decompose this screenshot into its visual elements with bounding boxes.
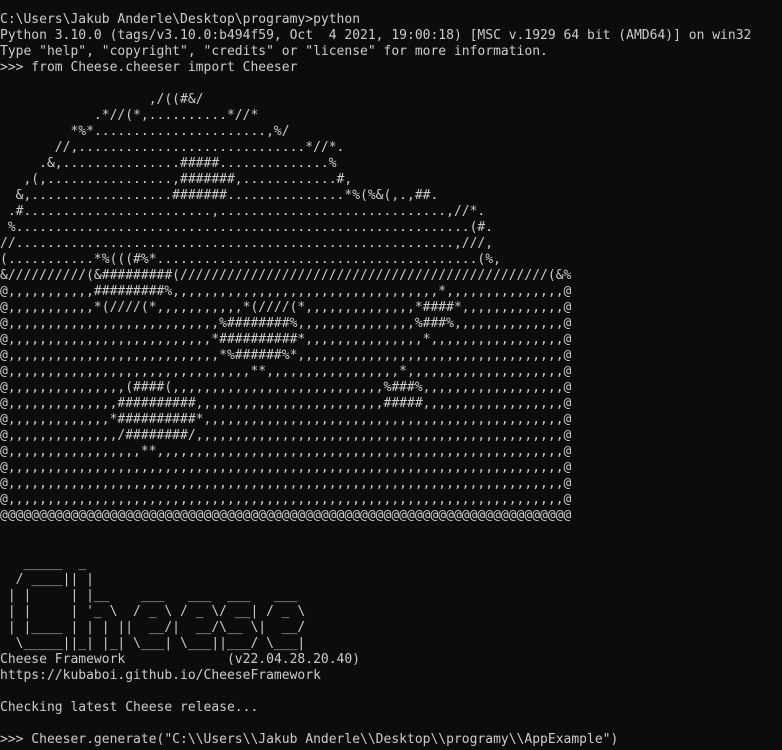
ascii-art-line: | |____ | | | || __/| __/\__ \| __/ [0,620,306,635]
ascii-art-line: @@@@@@@@@@@@@@@@@@@@@@@@@@@@@@@@@@@@@@@@… [0,508,572,523]
ascii-art-line: @,,,,,,,,,,,,,,/########/,,,,,,,,,,,,,,,… [0,428,572,443]
console-window[interactable]: C:\Users\Jakub Anderle\Desktop\programy>… [0,12,782,750]
import-command-line: >>> from Cheese.cheeser import Cheeser [0,60,298,75]
ascii-art-line: @,,,,,,,,,,,,,,,,,,,,,,,,,,,*%######%*,,… [0,348,572,363]
ascii-art-line: @,,,,,,,,,,,,,,,,,,,,,,,,,,,,,,,,,,,,,,,… [0,492,572,507]
ascii-art-line: / ____|| | [0,572,94,587]
framework-info-line: Cheese Framework (v22.04.28.20.40) [0,652,782,668]
ascii-art-line: .#........................,.............… [0,204,486,219]
ascii-art-line: %.......................................… [0,220,494,235]
ascii-art-line: @,,,,,,,,,,,,,,,,,,,,,,,,,,,,,,,,,,,,,,,… [0,476,572,491]
ascii-art-line: @,,,,,,,,,,,,,,,,,,,,,,,,,,,%########%,,… [0,316,572,331]
generate-command-line: >>> Cheeser.generate("C:\\Users\\Jakub A… [0,732,619,747]
python-banner-line-2: Type "help", "copyright", "credits" or "… [0,44,548,59]
ascii-art-line: .*//(*,..........*//* [0,108,259,123]
ascii-art-line [0,76,782,92]
checking-release-line: Checking latest Cheese release... [0,700,259,715]
cwd-prompt-line: C:\Users\Jakub Anderle\Desktop\programy>… [0,12,361,27]
ascii-art-line: &,..................#######.............… [0,188,439,203]
framework-url: https://kubaboi.github.io/CheeseFramewor… [0,668,321,683]
ascii-art-line: *%*......................,%/ [0,124,290,139]
ascii-art-line: \_____||_| |_| \___| \___||___/ \___| [0,636,306,651]
ascii-art-line: | | | '_ \ / _ \ / _ \/ __| / _ \ [0,604,306,619]
ascii-art-line: @,,,,,,,,,,,*(////(*,,,,,,,,,,,*(////(*,… [0,300,572,315]
ascii-art-line: //,.............................*//*. [0,140,345,155]
ascii-art-line: //......................................… [0,236,494,251]
ascii-art-line: @,,,,,,,,,,,,,,,,,**,,,,,,,,,,,,,,,,,,,,… [0,444,572,459]
ascii-art-line: ,/((#&/ [0,92,204,107]
cheese-ascii-art: ,/((#&/ .*//(*,..........*//* *%*.......… [0,76,782,652]
python-banner-line-1: Python 3.10.0 (tags/v3.10.0:b494f59, Oct… [0,28,752,43]
ascii-art-line [0,540,782,556]
ascii-art-line: &//////////(&#########(/////////////////… [0,268,572,283]
ascii-art-line: @,,,,,,,,,,,#########%,,,,,,,,,,,,,,,,,,… [0,284,572,299]
ascii-art-line: @,,,,,,,,,,,,,,,,,,,,,,,,,,,,,,,**,,,,,,… [0,364,572,379]
ascii-art-line: @,,,,,,,,,,,,,,,(####(,,,,,,,,,,,,,,,,,,… [0,380,572,395]
ascii-art-line: ,(,................,#######,............… [0,172,353,187]
ascii-art-line: .&,...............#####..............% [0,156,337,171]
ascii-art-line: @,,,,,,,,,,,,,,,,,,,,,,,,,,,,,,,,,,,,,,,… [0,460,572,475]
ascii-art-line: @,,,,,,,,,,,,,,##########,,,,,,,,,,,,,,,… [0,396,572,411]
framework-name: Cheese Framework [0,652,126,667]
ascii-art-line: @,,,,,,,,,,,,,,,,,,,,,,,,,,*##########*,… [0,332,572,347]
ascii-art-line: (...........*%(((#%*....................… [0,252,501,267]
framework-version: (v22.04.28.20.40) [226,652,361,667]
ascii-art-line: _____ _ [0,556,87,571]
ascii-art-line [0,524,782,540]
ascii-art-line: @,,,,,,,,,,,,,*##########*,,,,,,,,,,,,,,… [0,412,572,427]
ascii-art-line: | | | |__ ___ ___ ___ ___ [0,588,298,603]
